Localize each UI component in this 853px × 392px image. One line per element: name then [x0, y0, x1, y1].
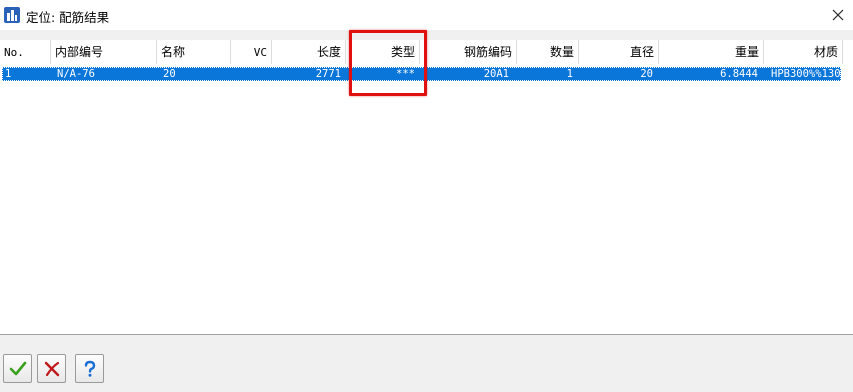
cell-diameter: 20: [640, 68, 653, 80]
cell-weight: 6.8444: [720, 68, 758, 80]
title-bar: 定位: 配筋结果: [0, 0, 853, 30]
help-question-icon: [84, 360, 95, 377]
cell-quantity: 1: [566, 68, 573, 80]
cell-material: HPB300%%130: [771, 68, 841, 80]
col-header-name[interactable]: 名称: [157, 40, 231, 64]
close-icon: [832, 9, 844, 21]
app-building-icon: [4, 7, 20, 23]
col-header-material[interactable]: 材质: [764, 40, 843, 64]
check-icon: [9, 361, 26, 375]
col-header-internal-id[interactable]: 内部编号: [51, 40, 157, 64]
result-dialog: 定位: 配筋结果 No. 内部编号 名称 VC 长度 类型 钢筋编码 数量 直径…: [0, 0, 853, 392]
col-header-vc[interactable]: VC: [231, 40, 272, 64]
cancel-x-icon: [44, 361, 59, 376]
cell-internal-id: N/A-76: [57, 68, 95, 80]
cell-vc: [231, 67, 272, 81]
col-header-length[interactable]: 长度: [272, 40, 346, 64]
col-header-quantity[interactable]: 数量: [517, 40, 579, 64]
col-header-no[interactable]: No.: [0, 40, 51, 64]
help-button[interactable]: [75, 354, 104, 383]
col-header-diameter[interactable]: 直径: [579, 40, 659, 64]
window-title: 定位: 配筋结果: [26, 10, 110, 25]
cell-no: 1: [5, 68, 12, 80]
col-header-rebar-code[interactable]: 钢筋编码: [420, 40, 517, 64]
cell-rebar-code: 20A1: [483, 68, 509, 80]
type-column-highlight: [349, 30, 427, 96]
close-button[interactable]: [826, 4, 850, 26]
cell-name: 20: [163, 68, 176, 80]
col-header-weight[interactable]: 重量: [659, 40, 764, 64]
divider: [0, 334, 853, 335]
cell-length: 2771: [315, 68, 341, 80]
ok-button[interactable]: [3, 354, 32, 383]
cancel-button[interactable]: [37, 354, 66, 383]
